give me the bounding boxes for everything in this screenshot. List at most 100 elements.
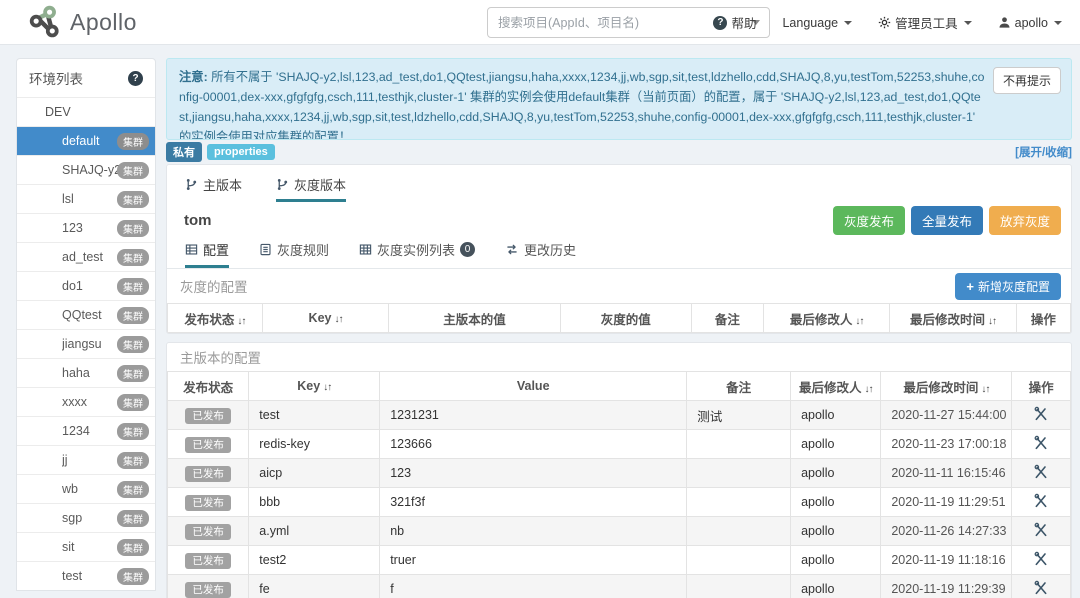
cluster-badge: 集群: [117, 568, 149, 585]
full-release-button[interactable]: 全量发布: [911, 206, 983, 235]
sidebar-item-cluster[interactable]: haha 集群: [17, 358, 155, 387]
language-menu-item[interactable]: Language: [782, 16, 852, 30]
config-comment: [687, 546, 791, 575]
sidebar-item-cluster[interactable]: jj 集群: [17, 445, 155, 474]
edit-tools-icon[interactable]: [1033, 406, 1049, 422]
column-label: Value: [517, 379, 550, 393]
cluster-badge: 集群: [117, 249, 149, 266]
release-status-badge: 已发布: [185, 524, 231, 540]
operate-cell[interactable]: [1012, 401, 1071, 430]
namespace-meta-row: 私有 properties [展开/收缩]: [166, 142, 1072, 162]
column-header: 操作: [1012, 372, 1071, 401]
tab-config[interactable]: 配置: [185, 240, 229, 268]
tab-label: 主版本: [203, 175, 242, 194]
config-value: 123: [380, 459, 687, 488]
username-label: apollo: [1015, 16, 1048, 30]
cluster-badge: 集群: [117, 365, 149, 382]
branch-icon: [276, 178, 289, 191]
tab-gray-version[interactable]: 灰度版本: [276, 175, 346, 202]
abandon-gray-button[interactable]: 放弃灰度: [989, 206, 1061, 235]
sort-icon[interactable]: ↓↑: [981, 384, 989, 395]
master-config-header: 主版本的配置: [167, 343, 1071, 371]
config-value: 123666: [380, 430, 687, 459]
cluster-badge: 集群: [117, 133, 149, 150]
cluster-notice-banner: 注意: 所有不属于 'SHAJQ-y2,lsl,123,ad_test,do1,…: [166, 58, 1072, 140]
cluster-name: 1234: [62, 424, 90, 438]
sidebar-item-cluster[interactable]: QQtest 集群: [17, 300, 155, 329]
tab-gray-rules[interactable]: 灰度规则: [259, 240, 329, 268]
column-header[interactable]: 最后修改时间↓↑: [881, 372, 1012, 401]
help-question-icon[interactable]: ?: [128, 71, 143, 86]
sidebar-item-cluster[interactable]: SHAJQ-y2 集群: [17, 155, 155, 184]
exchange-icon: [505, 243, 519, 256]
sidebar-item-cluster[interactable]: 123 集群: [17, 213, 155, 242]
tab-label: 更改历史: [524, 240, 576, 259]
operate-cell[interactable]: [1012, 459, 1071, 488]
sidebar-item-cluster[interactable]: wb 集群: [17, 474, 155, 503]
help-menu-item[interactable]: ? 帮助: [713, 13, 756, 32]
add-gray-config-button[interactable]: + 新增灰度配置: [955, 273, 1061, 300]
edit-tools-icon[interactable]: [1033, 435, 1049, 451]
column-header: 灰度的值: [560, 304, 691, 333]
sort-icon[interactable]: ↓↑: [855, 316, 863, 327]
sidebar-item-cluster[interactable]: xxxx 集群: [17, 387, 155, 416]
tab-change-history[interactable]: 更改历史: [505, 240, 576, 268]
config-key: aicp: [249, 459, 380, 488]
column-header[interactable]: 最后修改时间↓↑: [890, 304, 1016, 333]
column-label: Key: [297, 379, 320, 393]
sort-icon[interactable]: ↓↑: [323, 382, 331, 393]
sort-icon[interactable]: ↓↑: [334, 314, 342, 325]
column-header[interactable]: 最后修改人↓↑: [763, 304, 889, 333]
expand-collapse-link[interactable]: [展开/收缩]: [1015, 144, 1072, 160]
sidebar-item-cluster[interactable]: 1234 集群: [17, 416, 155, 445]
column-header[interactable]: Key↓↑: [249, 372, 380, 401]
help-label: 帮助: [731, 13, 756, 32]
tab-master-version[interactable]: 主版本: [185, 175, 242, 202]
gray-release-button[interactable]: 灰度发布: [833, 206, 905, 235]
sidebar-item-cluster[interactable]: sgp 集群: [17, 503, 155, 532]
brand-name: Apollo: [70, 9, 137, 36]
sidebar-item-cluster[interactable]: sit 集群: [17, 532, 155, 561]
sidebar-item-cluster[interactable]: do1 集群: [17, 271, 155, 300]
operate-cell[interactable]: [1012, 575, 1071, 598]
sidebar-item-cluster[interactable]: default 集群: [17, 126, 155, 155]
sort-icon[interactable]: ↓↑: [864, 384, 872, 395]
env-item-dev[interactable]: DEV: [17, 97, 155, 126]
apollo-logo[interactable]: Apollo: [28, 5, 137, 39]
operate-cell[interactable]: [1012, 430, 1071, 459]
config-modifier: apollo: [791, 546, 881, 575]
column-header[interactable]: 最后修改人↓↑: [791, 372, 881, 401]
sidebar-item-cluster[interactable]: ad_test 集群: [17, 242, 155, 271]
config-key: a.yml: [249, 517, 380, 546]
edit-tools-icon[interactable]: [1033, 522, 1049, 538]
config-table-row: 已发布 fe f apollo 2020-11-19 11:29:39: [168, 575, 1071, 598]
column-header[interactable]: 发布状态↓↑: [168, 304, 263, 333]
edit-tools-icon[interactable]: [1033, 464, 1049, 480]
cluster-badge: 集群: [117, 307, 149, 324]
tab-gray-instances[interactable]: 灰度实例列表 0: [359, 240, 475, 268]
sort-icon[interactable]: ↓↑: [988, 316, 996, 327]
user-menu-item[interactable]: apollo: [998, 16, 1062, 30]
operate-cell[interactable]: [1012, 517, 1071, 546]
cluster-badge: 集群: [117, 423, 149, 440]
admin-tools-menu-item[interactable]: 管理员工具: [878, 13, 972, 32]
operate-cell[interactable]: [1012, 546, 1071, 575]
cluster-badge: 集群: [117, 162, 149, 179]
operate-cell[interactable]: [1012, 488, 1071, 517]
edit-tools-icon[interactable]: [1033, 580, 1049, 596]
cluster-badge: 集群: [117, 452, 149, 469]
notice-body: 所有不属于 'SHAJQ-y2,lsl,123,ad_test,do1,QQte…: [179, 70, 984, 140]
gray-config-table: 发布状态↓↑ Key↓↑ 主版本的值 灰度的值 备注 最后修改人↓↑ 最后修改时…: [167, 303, 1071, 333]
dismiss-notice-button[interactable]: 不再提示: [993, 67, 1061, 94]
release-status-badge: 已发布: [185, 437, 231, 453]
release-status-badge: 已发布: [185, 466, 231, 482]
edit-tools-icon[interactable]: [1033, 551, 1049, 567]
sidebar-item-cluster[interactable]: lsl 集群: [17, 184, 155, 213]
sort-icon[interactable]: ↓↑: [237, 316, 245, 327]
column-header: 备注: [687, 372, 791, 401]
sidebar-item-cluster[interactable]: jiangsu 集群: [17, 329, 155, 358]
column-header[interactable]: Key↓↑: [262, 304, 388, 333]
edit-tools-icon[interactable]: [1033, 493, 1049, 509]
cluster-name: default: [62, 134, 100, 148]
sidebar-item-cluster[interactable]: test 集群: [17, 561, 155, 590]
